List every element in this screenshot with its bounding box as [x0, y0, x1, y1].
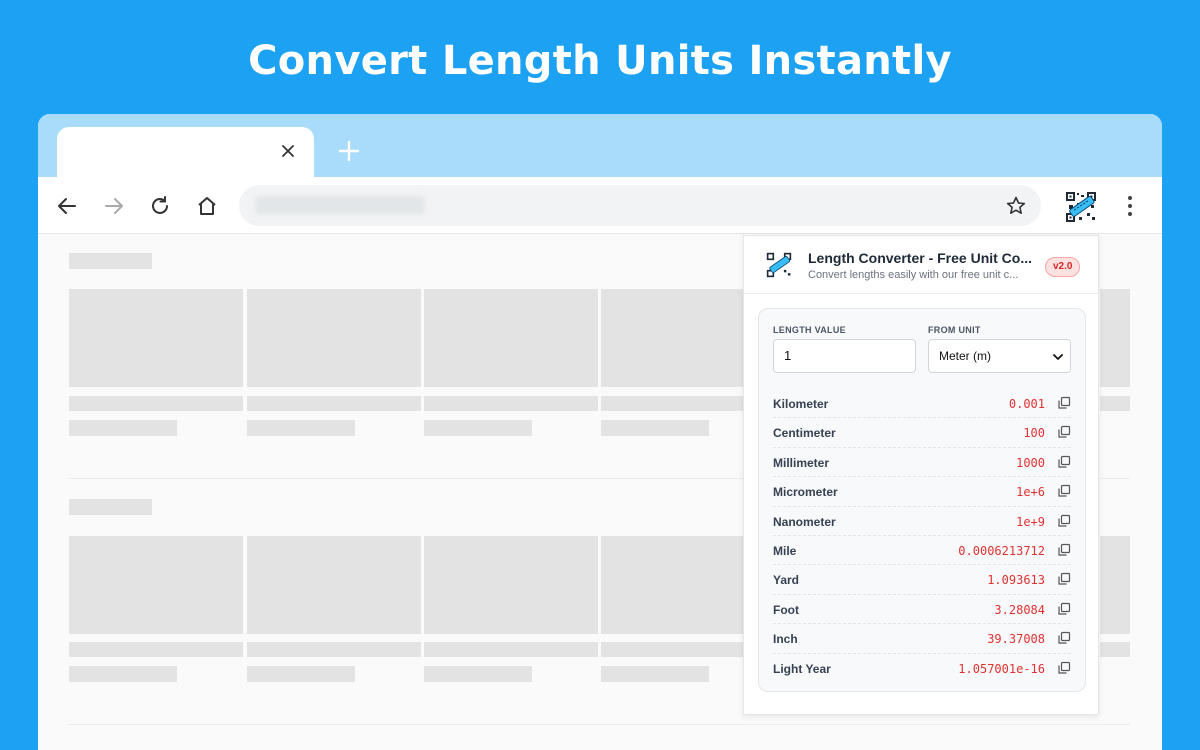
result-value: 1e+9 — [1016, 514, 1045, 529]
skeleton-line — [247, 420, 355, 436]
result-row: Foot 3.28084 — [773, 595, 1071, 625]
skeleton-card — [247, 536, 421, 634]
result-value: 1.093613 — [987, 573, 1045, 588]
copy-icon[interactable] — [1057, 484, 1071, 498]
skeleton-card — [1100, 536, 1130, 634]
result-value: 0.001 — [1008, 397, 1045, 411]
skeleton-card — [69, 536, 243, 634]
copy-icon[interactable] — [1057, 425, 1071, 439]
chevron-down-icon — [1053, 354, 1063, 360]
result-unit-label: Yard — [773, 573, 800, 588]
forward-arrow-icon[interactable] — [101, 193, 127, 219]
skeleton-card — [1100, 289, 1130, 387]
skeleton-line — [69, 666, 177, 682]
result-row: Millimeter 1000 — [773, 448, 1071, 478]
address-bar-url — [255, 196, 425, 214]
kebab-menu-icon[interactable] — [1120, 194, 1140, 218]
skeleton-line — [247, 642, 421, 657]
result-value: 1000 — [1016, 455, 1045, 470]
skeleton-card — [247, 289, 421, 387]
headline: Convert Length Units Instantly — [248, 38, 952, 84]
copy-icon[interactable] — [1057, 572, 1071, 586]
skeleton-line — [424, 642, 598, 657]
skeleton-line — [69, 396, 243, 411]
result-row: Yard 1.093613 — [773, 565, 1071, 595]
result-value: 39.37008 — [987, 632, 1045, 647]
tab-strip — [38, 114, 1162, 179]
address-bar[interactable] — [239, 185, 1041, 226]
skeleton-line — [424, 666, 532, 682]
copy-icon[interactable] — [1057, 396, 1071, 410]
skeleton-line — [424, 420, 532, 436]
skeleton-line — [247, 396, 421, 411]
result-unit-label: Kilometer — [773, 397, 829, 411]
skeleton-line — [247, 666, 355, 682]
result-unit-label: Light Year — [773, 661, 831, 676]
copy-icon[interactable] — [1057, 455, 1071, 469]
skeleton-card — [69, 289, 243, 387]
extension-qr-icon[interactable] — [1065, 191, 1097, 223]
result-row: Mile 0.0006213712 — [773, 536, 1071, 566]
converter-card: LENGTH VALUE 1 FROM UNIT Meter (m) Kilom… — [758, 308, 1086, 692]
extension-popup: Length Converter - Free Unit Co... Conve… — [743, 235, 1099, 715]
result-row: Centimeter 100 — [773, 418, 1071, 448]
copy-icon[interactable] — [1057, 602, 1071, 616]
result-row: Light Year 1.057001e-16 — [773, 654, 1071, 683]
result-row: Micrometer 1e+6 — [773, 477, 1071, 507]
from-unit-select[interactable]: Meter (m) — [928, 339, 1071, 373]
result-row: Inch 39.37008 — [773, 624, 1071, 654]
length-value-input[interactable]: 1 — [773, 339, 916, 373]
result-row: Kilometer 0.001 — [773, 389, 1071, 419]
result-row: Nanometer 1e+9 — [773, 507, 1071, 536]
result-unit-label: Millimeter — [773, 455, 830, 470]
skeleton-line — [69, 420, 177, 436]
home-icon[interactable] — [194, 193, 220, 219]
copy-icon[interactable] — [1057, 514, 1071, 528]
from-unit-value: Meter (m) — [939, 349, 991, 363]
result-value: 1e+6 — [1016, 485, 1045, 500]
browser-toolbar — [38, 177, 1162, 234]
length-value-label: LENGTH VALUE — [773, 325, 846, 335]
result-unit-label: Micrometer — [773, 485, 838, 500]
ruler-qr-logo-icon — [766, 252, 792, 278]
skeleton-card — [424, 536, 598, 634]
skeleton-heading — [69, 253, 152, 269]
skeleton-line — [424, 396, 598, 411]
browser-tab[interactable] — [57, 127, 314, 179]
result-value: 1.057001e-16 — [958, 661, 1045, 676]
reload-icon[interactable] — [147, 193, 173, 219]
popup-header: Length Converter - Free Unit Co... Conve… — [744, 236, 1098, 294]
divider — [69, 724, 1130, 725]
skeleton-line — [601, 666, 709, 682]
result-value: 0.0006213712 — [958, 543, 1045, 558]
skeleton-card — [424, 289, 598, 387]
result-unit-label: Mile — [773, 543, 797, 558]
copy-icon[interactable] — [1057, 543, 1071, 557]
result-list: Kilometer 0.001 Centimeter 100 Millimeter 100… — [773, 389, 1071, 683]
browser-window: Length Converter - Free Unit Co... Conve… — [38, 114, 1162, 750]
result-unit-label: Nanometer — [773, 514, 836, 529]
popup-subtitle: Convert lengths easily with our free uni… — [808, 269, 1019, 281]
skeleton-line — [69, 642, 243, 657]
result-unit-label: Centimeter — [773, 426, 836, 441]
result-value: 3.28084 — [994, 602, 1045, 617]
copy-icon[interactable] — [1057, 631, 1071, 645]
new-tab-button[interactable] — [336, 138, 362, 164]
copy-icon[interactable] — [1057, 661, 1071, 675]
result-value: 100 — [1023, 426, 1045, 441]
popup-title: Length Converter - Free Unit Co... — [808, 250, 1032, 266]
result-unit-label: Inch — [773, 632, 798, 647]
skeleton-line — [1100, 396, 1130, 411]
from-unit-label: FROM UNIT — [928, 325, 981, 335]
star-icon[interactable] — [1005, 195, 1027, 217]
skeleton-line — [601, 420, 709, 436]
version-badge: v2.0 — [1045, 257, 1081, 277]
back-arrow-icon[interactable] — [54, 193, 80, 219]
result-unit-label: Foot — [773, 602, 799, 617]
close-icon[interactable] — [276, 139, 300, 163]
skeleton-line — [1100, 642, 1130, 657]
skeleton-heading — [69, 499, 152, 515]
